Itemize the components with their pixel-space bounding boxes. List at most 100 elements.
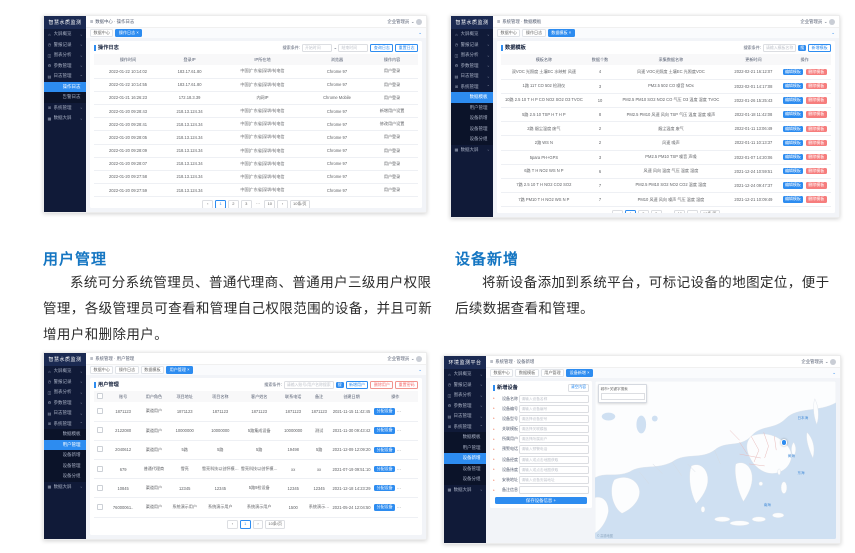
view-device-button[interactable]: 查看设备 — [398, 504, 418, 510]
view-device-button[interactable]: 查看设备 — [398, 427, 418, 433]
sidebar-menu-item[interactable]: ◫ 图表分析 ⌄ — [451, 50, 493, 61]
sidebar-menu-item[interactable]: 数据模板 — [444, 432, 486, 443]
field-input[interactable]: 请输入设备安装地址 — [519, 476, 589, 484]
add-user-button[interactable]: 新增用户 — [346, 381, 369, 389]
hamburger-icon[interactable]: ≡ — [90, 19, 93, 25]
delete-template-button[interactable]: 删除模板 — [806, 83, 827, 89]
checkbox[interactable] — [97, 504, 103, 510]
sidebar-menu-item[interactable]: ▦ 数据大屏 ⌄ — [44, 482, 86, 493]
reset-log-button[interactable]: 重置日志 — [395, 44, 418, 52]
field-input[interactable]: 请选择所属用户 — [519, 435, 589, 443]
sidebar-menu-item[interactable]: 设备新增 — [451, 113, 493, 124]
page-button[interactable]: ··· — [664, 211, 673, 213]
edit-template-button[interactable]: 编辑模板 — [783, 168, 804, 174]
sidebar-menu-item[interactable]: ⊞ 系统管理 ⌃ — [451, 82, 493, 93]
sidebar-menu-item[interactable]: 告警日志 — [44, 92, 86, 103]
delete-template-button[interactable]: 删除模板 — [806, 69, 827, 75]
sidebar-menu-item[interactable]: ▤ 日志管理 ⌄ — [444, 411, 486, 422]
save-device-button[interactable]: 保存设备信息 + — [495, 497, 587, 505]
checkbox[interactable] — [97, 427, 103, 433]
page-tab[interactable]: 设备新增 × — [566, 369, 593, 378]
sidebar-menu-item[interactable]: 设备新增 — [444, 453, 486, 464]
assign-device-button[interactable]: 分配设备 — [374, 466, 395, 472]
sidebar-menu-item[interactable]: 操作日志 — [44, 82, 86, 93]
page-button[interactable]: 2 — [228, 200, 239, 208]
sidebar-menu-item[interactable]: 用户管理 — [44, 440, 86, 451]
field-input[interactable]: 请输入设备名称 — [519, 395, 589, 403]
checkbox[interactable] — [97, 446, 103, 452]
delete-template-button[interactable]: 删除模板 — [806, 154, 827, 160]
sidebar-menu-item[interactable]: ⚙ 参数管理 ⌄ — [451, 61, 493, 72]
field-input[interactable]: 请选择关联模板 — [519, 425, 589, 433]
sidebar-menu-item[interactable]: ◷ 警报记录 ⌄ — [444, 380, 486, 391]
sidebar-menu-item[interactable]: ▦ 数据大屏 ⌄ — [44, 113, 86, 124]
assign-device-button[interactable]: 分配设备 — [374, 408, 395, 414]
page-button[interactable]: 10 — [674, 210, 685, 213]
field-input[interactable]: 请输入设备编号 — [519, 405, 589, 413]
page-button[interactable]: 10条/页 — [290, 200, 310, 208]
field-input[interactable]: 请输入或点击地图获取 — [519, 466, 589, 474]
reset-password-button[interactable]: 重置密码 — [395, 381, 418, 389]
page-button[interactable]: 2 — [638, 210, 649, 213]
sidebar-menu-item[interactable]: ⚙ 参数管理 ⌄ — [44, 61, 86, 72]
checkbox[interactable] — [97, 393, 103, 399]
sidebar-menu-item[interactable]: 设备新增 — [44, 450, 86, 461]
field-input[interactable]: 请输入或点击地图获取 — [519, 456, 589, 464]
sidebar-menu-item[interactable]: 设备分组 — [44, 471, 86, 482]
search-input[interactable]: 请输入模板名称 — [763, 44, 796, 52]
user-dropdown[interactable]: 企业管理员 ⌄ — [800, 19, 835, 25]
page-tab[interactable]: 操作日志 — [115, 366, 138, 375]
view-device-button[interactable]: 查看设备 — [398, 408, 418, 414]
sidebar-menu-item[interactable]: 设备分组 — [444, 474, 486, 485]
page-tab[interactable]: 操作日志 — [522, 29, 545, 38]
sidebar-menu-item[interactable]: ◷ 警报记录 ⌄ — [44, 377, 86, 388]
clear-form-button[interactable]: 清空内容 — [568, 384, 589, 392]
user-dropdown[interactable]: 企业管理员 ⌄ — [387, 19, 422, 25]
sidebar-menu-item[interactable]: 用户管理 — [444, 443, 486, 454]
edit-template-button[interactable]: 编辑模板 — [783, 196, 804, 202]
delete-template-button[interactable]: 删除模板 — [806, 182, 827, 188]
sidebar-menu-item[interactable]: ◫ 图表分析 ⌄ — [44, 50, 86, 61]
sidebar-menu-item[interactable]: ⌂ 大屏概览 ⌄ — [444, 369, 486, 380]
sidebar-menu-item[interactable]: ⚙ 参数管理 ⌄ — [444, 401, 486, 412]
edit-template-button[interactable]: 编辑模板 — [783, 69, 804, 75]
page-button[interactable]: 3 — [241, 200, 252, 208]
sidebar-menu-item[interactable]: ⚙ 参数管理 ⌄ — [44, 398, 86, 409]
sidebar-menu-item[interactable]: ◫ 图表分析 ⌄ — [444, 390, 486, 401]
map-search-input[interactable] — [601, 393, 645, 401]
sidebar-menu-item[interactable]: 设备管理 — [44, 461, 86, 472]
sidebar-menu-item[interactable]: ◷ 警报记录 ⌄ — [44, 40, 86, 51]
view-device-button[interactable]: 查看设备 — [398, 447, 418, 453]
sidebar-menu-item[interactable]: ⊞ 系统管理 ⌄ — [44, 103, 86, 114]
sidebar-menu-item[interactable]: ⌂ 大屏概览 ⌄ — [44, 29, 86, 40]
page-button[interactable]: › — [687, 210, 698, 213]
sidebar-menu-item[interactable]: 用户管理 — [451, 103, 493, 114]
hamburger-icon[interactable]: ≡ — [490, 359, 493, 365]
delete-user-button[interactable]: 删除用户 — [370, 381, 393, 389]
view-device-button[interactable]: 查看设备 — [398, 466, 418, 472]
sidebar-menu-item[interactable]: ⊞ 系统管理 ⌃ — [44, 419, 86, 430]
start-time-input[interactable]: 开始时间 — [302, 44, 332, 52]
user-dropdown[interactable]: 企业管理员 ⌄ — [387, 356, 422, 362]
chevron-down-icon[interactable]: ⌄ — [831, 30, 835, 36]
sidebar-menu-item[interactable]: ▦ 数据大屏 ⌄ — [451, 145, 493, 156]
edit-template-button[interactable]: 编辑模板 — [783, 83, 804, 89]
query-log-button[interactable]: 查询日志 — [370, 44, 393, 52]
page-button[interactable]: ‹ — [612, 210, 623, 213]
checkbox[interactable] — [97, 408, 103, 414]
chevron-down-icon[interactable]: ⌄ — [832, 370, 836, 376]
hamburger-icon[interactable]: ≡ — [497, 19, 500, 25]
sidebar-menu-item[interactable]: 设备管理 — [451, 124, 493, 135]
page-button[interactable]: 1 — [215, 200, 226, 208]
page-tab[interactable]: 数据中心 — [490, 369, 513, 378]
search-input[interactable]: 请输入账号/用户名称搜索 — [284, 381, 334, 389]
page-button[interactable]: › — [253, 520, 264, 529]
chevron-down-icon[interactable]: ⌄ — [418, 367, 422, 373]
edit-template-button[interactable]: 编辑模板 — [783, 154, 804, 160]
sidebar-menu-item[interactable]: ⊞ 系统管理 ⌃ — [444, 422, 486, 433]
page-tab[interactable]: 数据中心 — [90, 366, 113, 375]
page-tab[interactable]: 数据模板 — [515, 369, 538, 378]
delete-template-button[interactable]: 删除模板 — [806, 168, 827, 174]
field-input[interactable]: 请输入预警电话 — [519, 445, 589, 453]
delete-template-button[interactable]: 删除模板 — [806, 111, 827, 117]
